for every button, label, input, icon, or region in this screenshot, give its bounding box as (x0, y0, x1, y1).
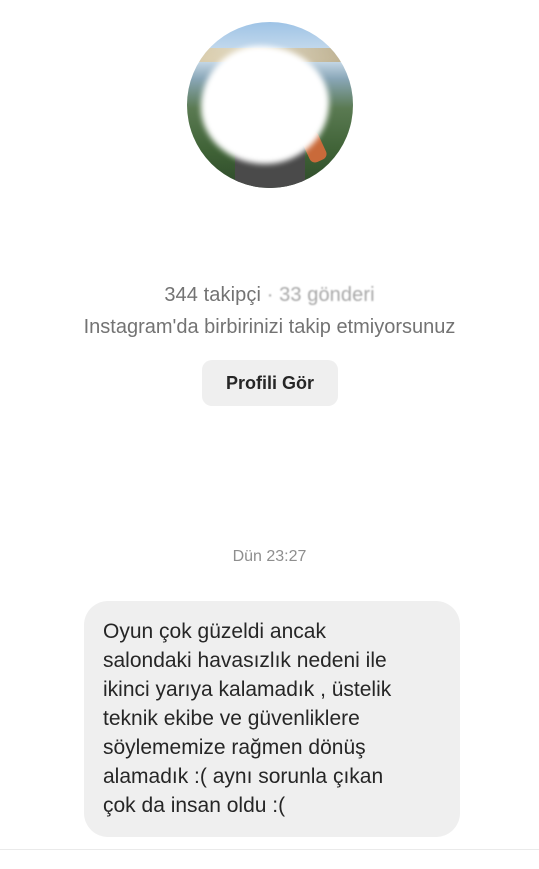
message-line: salondaki havasızlık nedeni ile (103, 649, 387, 672)
message-line: Oyun çok güzeldi ancak (103, 620, 326, 643)
message-line: söylememize rağmen dönüş (103, 736, 366, 759)
profile-stats: 344 takipçi · 33 gönderi (0, 284, 539, 307)
stats-separator: · (261, 284, 280, 306)
message-timestamp: Dün 23:27 (232, 548, 307, 565)
followers-count: 344 takipçi (164, 284, 262, 306)
posts-count: 33 gönderi (279, 284, 375, 306)
message-line: çok da insan oldu :( (103, 794, 286, 817)
composer-divider (0, 849, 539, 850)
view-profile-button[interactable]: Profili Gör (202, 360, 338, 406)
mutual-follow-notice: Instagram'da birbirinizi takip etmiyorsu… (83, 316, 456, 338)
message-line: alamadık :( aynı sorunla çıkan (103, 765, 384, 788)
message-line: teknik ekibe ve güvenliklere (103, 707, 360, 730)
avatar-blur-mask (201, 46, 329, 164)
message-bubble[interactable]: Oyun çok güzeldi ancak salondaki havasız… (84, 601, 460, 837)
profile-avatar[interactable] (187, 22, 353, 188)
message-line: ikinci yarıya kalamadık , üstelik (103, 678, 392, 701)
